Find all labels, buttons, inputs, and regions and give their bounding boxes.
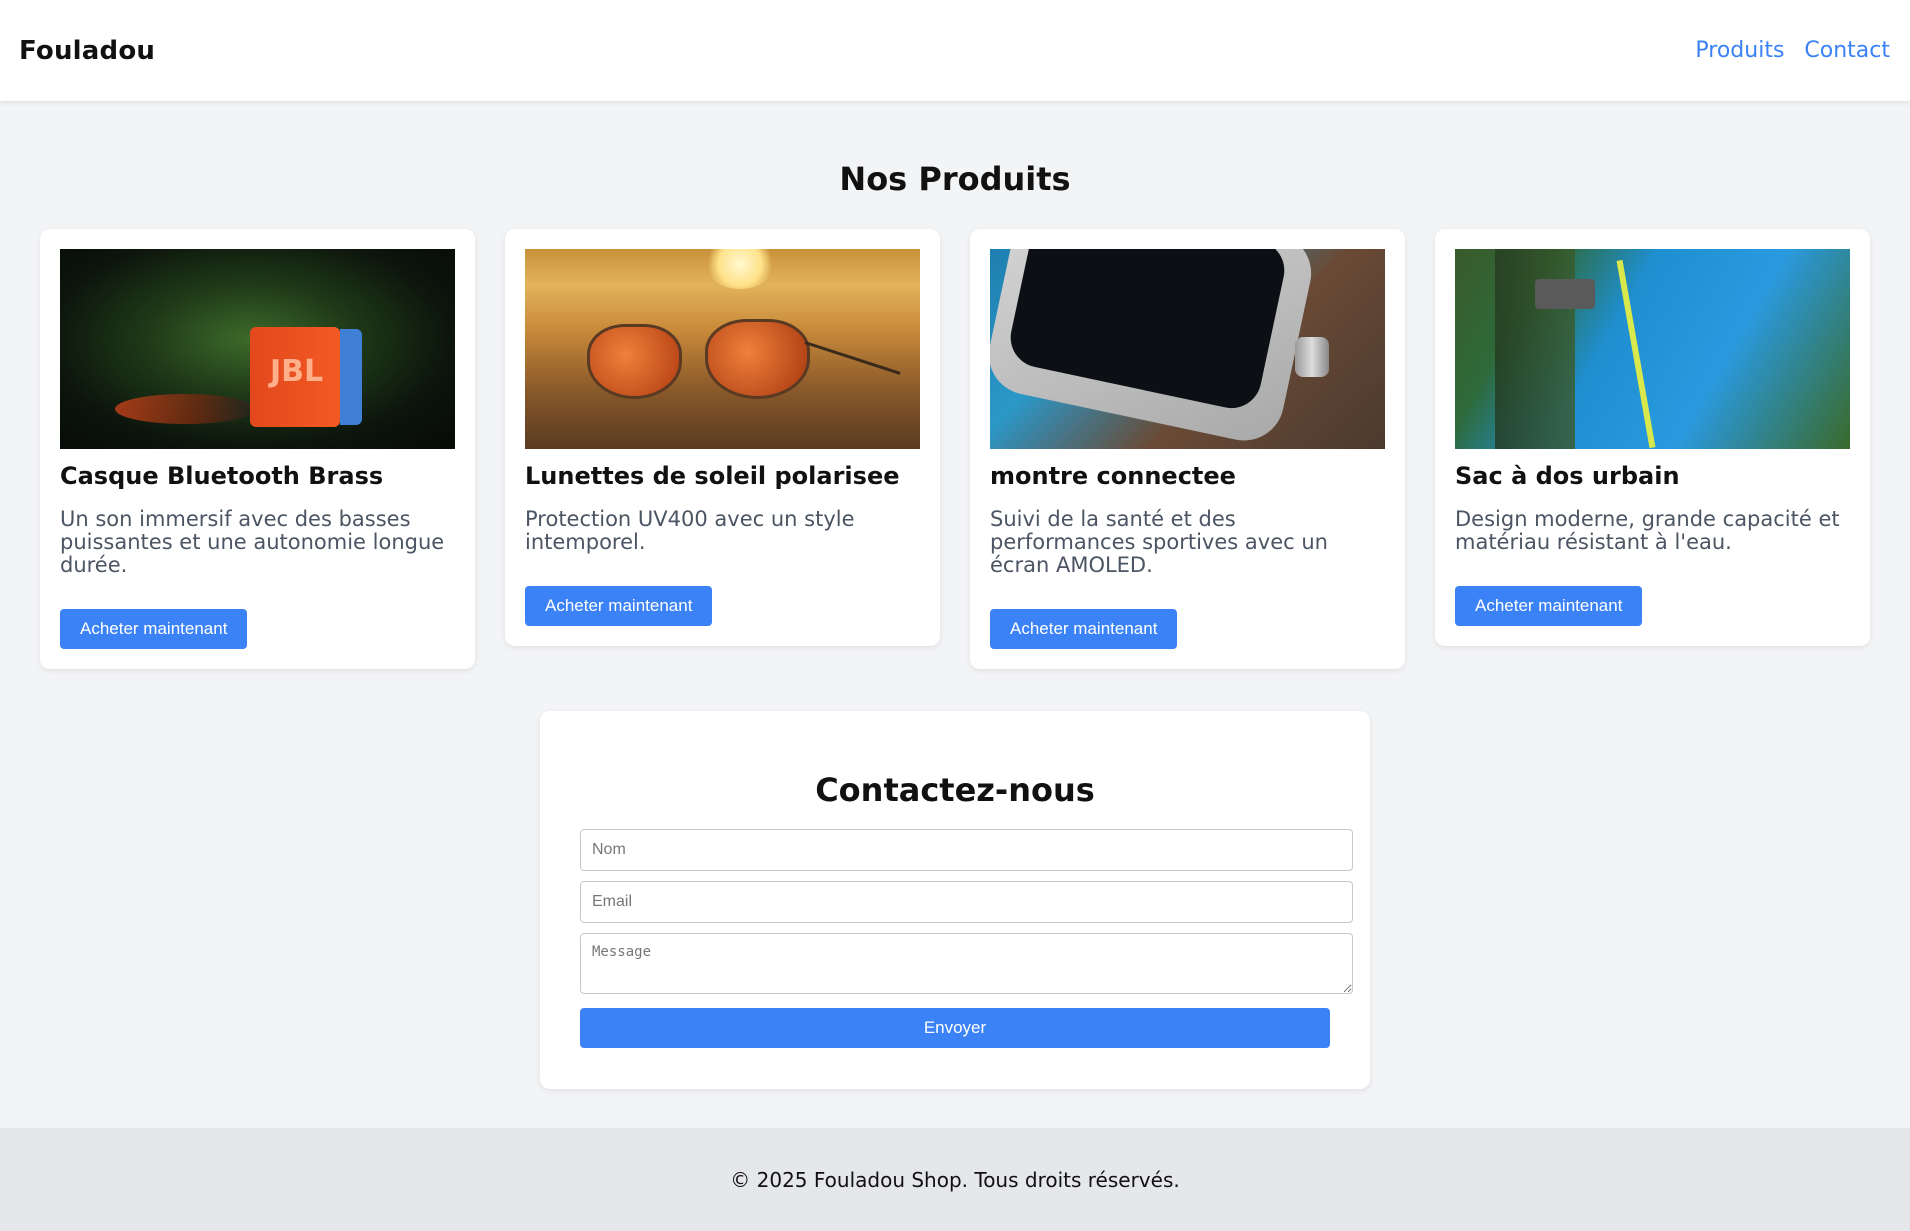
product-name: Lunettes de soleil polarisee — [525, 462, 900, 490]
email-input[interactable] — [580, 881, 1353, 923]
product-card: Lunettes de soleil polarisee Protection … — [505, 229, 940, 646]
product-grid: JBL Casque Bluetooth Brass Un son immers… — [40, 229, 1870, 669]
name-input[interactable] — [580, 829, 1353, 871]
backpack-zipper-graphic — [1616, 259, 1656, 449]
sunglasses-photo — [525, 249, 920, 449]
site-header: Fouladou Produits Contact — [0, 0, 1910, 101]
nav-link-produits[interactable]: Produits — [1695, 38, 1784, 63]
watch-crown-graphic — [1295, 337, 1329, 377]
product-card: Sac à dos urbain Design moderne, grande … — [1435, 229, 1870, 646]
glasses-arm-graphic — [804, 341, 901, 375]
smartwatch-photo — [990, 249, 1385, 449]
product-card: montre connectee Suivi de la santé et de… — [970, 229, 1405, 669]
speaker-brand-text: JBL — [270, 354, 324, 389]
send-button[interactable]: Envoyer — [580, 1008, 1330, 1048]
product-description: Design moderne, grande capacité et matér… — [1455, 507, 1840, 554]
product-description: Suivi de la santé et des performances sp… — [990, 507, 1328, 577]
contact-form-card: Contactez-nous Envoyer — [540, 711, 1370, 1089]
buy-now-button[interactable]: Acheter maintenant — [990, 609, 1178, 649]
product-name: Casque Bluetooth Brass — [60, 462, 384, 490]
contact-title: Contactez-nous — [815, 771, 1095, 809]
sun-graphic — [705, 249, 775, 289]
bluetooth-speaker-photo: JBL — [60, 249, 455, 449]
site-logo[interactable]: Fouladou — [19, 36, 155, 66]
product-description: Un son immersif avec des basses puissant… — [60, 507, 445, 577]
speaker-cable-graphic — [115, 394, 255, 424]
copyright-text: © 2025 Fouladou Shop. Tous droits réserv… — [730, 1168, 1180, 1192]
product-name: Sac à dos urbain — [1455, 462, 1680, 490]
site-footer: © 2025 Fouladou Shop. Tous droits réserv… — [0, 1128, 1910, 1231]
buy-now-button[interactable]: Acheter maintenant — [60, 609, 248, 649]
right-lens-graphic — [705, 319, 810, 399]
main-nav: Produits Contact — [1695, 38, 1890, 63]
products-section-title: Nos Produits — [839, 160, 1071, 198]
product-name: montre connectee — [990, 462, 1236, 490]
buy-now-button[interactable]: Acheter maintenant — [525, 586, 713, 626]
nav-link-contact[interactable]: Contact — [1804, 38, 1890, 63]
buy-now-button[interactable]: Acheter maintenant — [1455, 586, 1643, 626]
message-textarea[interactable] — [580, 933, 1353, 994]
left-lens-graphic — [587, 324, 682, 399]
backpack-buckle-graphic — [1535, 279, 1595, 309]
product-description: Protection UV400 avec un style intempore… — [525, 507, 855, 554]
backpack-photo — [1455, 249, 1850, 449]
product-card: JBL Casque Bluetooth Brass Un son immers… — [40, 229, 475, 669]
